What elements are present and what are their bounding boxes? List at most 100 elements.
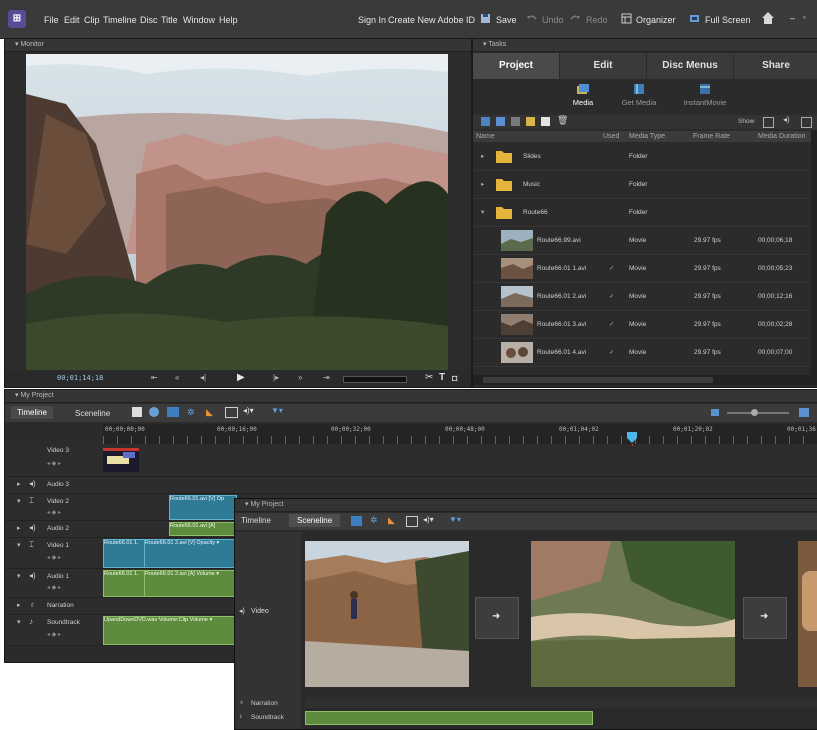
list-item[interactable]: Route66.99.avi Movie 29.97 fps 00;00;06;…: [473, 227, 811, 255]
save-button[interactable]: Save: [496, 15, 517, 25]
clip-title[interactable]: [103, 448, 139, 472]
track-controls[interactable]: ◂ ◆ ▸: [47, 460, 61, 467]
soundtrack-clip[interactable]: [305, 711, 593, 725]
show-image-filter-icon[interactable]: [801, 117, 812, 128]
clip-audio-1b[interactable]: Route66.01 2.avi [A] Volume ▾: [144, 570, 237, 597]
new-item-icon[interactable]: [541, 117, 550, 126]
selection-tool-icon[interactable]: [132, 407, 142, 417]
full-screen-button[interactable]: Full Screen: [705, 15, 751, 25]
organizer-button[interactable]: Organizer: [636, 15, 676, 25]
collapse-arrow-icon[interactable]: ▾: [17, 497, 21, 505]
clip-audio-1a[interactable]: Route66.01 1.: [103, 570, 145, 597]
adjust-icon[interactable]: [351, 516, 362, 526]
properties-icon[interactable]: [149, 407, 159, 417]
audio-mixer-icon[interactable]: ◂)▾: [243, 406, 254, 415]
list-view-icon[interactable]: [481, 117, 490, 126]
subtab-media[interactable]: Media: [565, 98, 601, 107]
maximize-icon[interactable]: ▫: [803, 13, 806, 22]
collapse-arrow-icon[interactable]: ▾: [17, 572, 21, 580]
menu-disc[interactable]: Disc: [140, 15, 158, 25]
expand-arrow-icon[interactable]: ▸: [481, 171, 484, 198]
track-controls[interactable]: ◂ ◆ ▸: [47, 554, 61, 561]
step-back-icon[interactable]: ⇤: [151, 373, 158, 382]
subtab-instantmovie[interactable]: InstantMovie: [677, 98, 733, 107]
collapse-arrow-icon[interactable]: ▾: [17, 541, 21, 549]
list-item[interactable]: ▾ Route66 Folder: [473, 199, 811, 227]
delete-icon[interactable]: 🗑: [557, 115, 568, 126]
media-list-hscrollbar[interactable]: [473, 375, 817, 385]
show-audio-filter-icon[interactable]: ◂): [783, 115, 790, 124]
col-name[interactable]: Name: [476, 131, 495, 142]
smart-fix-icon[interactable]: ◣: [206, 407, 213, 418]
audio-mixer-icon[interactable]: ◂)▾: [423, 515, 434, 524]
effects-icon[interactable]: ✲: [370, 515, 378, 526]
clip-video-2[interactable]: Route66.01.avi [V] Op: [169, 495, 237, 520]
col-media-type[interactable]: Media Type: [629, 131, 665, 142]
menu-timeline[interactable]: Timeline: [103, 15, 137, 25]
list-item[interactable]: Route66.01 4.avi ✓ Movie 29.97 fps 00;00…: [473, 339, 811, 367]
marker-menu-icon[interactable]: ▼▾: [449, 515, 461, 524]
media-list-scrollbar[interactable]: [811, 131, 817, 375]
tab-disc-menus[interactable]: Disc Menus: [647, 53, 733, 79]
fast-forward-icon[interactable]: »: [298, 373, 302, 382]
list-item[interactable]: ▸ Music Folder: [473, 171, 811, 199]
track-controls[interactable]: ◂ ◆ ▸: [47, 584, 61, 591]
markers-icon[interactable]: [406, 516, 418, 527]
clip-video-1b[interactable]: Route66.01 2.avi [V] Opacity ▾: [144, 539, 237, 568]
collapse-arrow-icon[interactable]: ▾: [17, 618, 21, 626]
scene-thumbnail[interactable]: [305, 541, 469, 687]
list-item[interactable]: Route66.01 3.avi ✓ Movie 29.97 fps 00;00…: [473, 311, 811, 339]
prev-frame-icon[interactable]: ◂|: [200, 373, 206, 382]
undo-button[interactable]: Undo: [542, 15, 564, 25]
subtab-get-media[interactable]: Get Media: [617, 98, 661, 107]
scene-thumbnail[interactable]: [531, 541, 735, 687]
tab-timeline[interactable]: Timeline: [11, 406, 53, 419]
clip-video-1a[interactable]: Route66.01 1.: [103, 539, 145, 568]
menu-clip[interactable]: Clip: [84, 15, 100, 25]
menu-edit[interactable]: Edit: [64, 15, 80, 25]
playhead-icon[interactable]: [627, 432, 637, 444]
thumbnail-view-icon[interactable]: [496, 117, 505, 126]
col-media-duration[interactable]: Media Duration: [758, 131, 805, 142]
markers-icon[interactable]: [225, 407, 238, 418]
tab-share[interactable]: Share: [734, 53, 817, 79]
show-video-filter-icon[interactable]: [763, 117, 774, 128]
expand-arrow-icon[interactable]: ▸: [17, 601, 21, 609]
play-icon[interactable]: ▶: [237, 372, 245, 383]
sign-in-link[interactable]: Sign In: [358, 15, 386, 25]
list-item[interactable]: ▸ Slides Folder: [473, 143, 811, 171]
expand-arrow-icon[interactable]: ▸: [17, 524, 21, 532]
clip-soundtrack[interactable]: UpandDownDVD.wav Volume:Clip Volume ▾: [103, 616, 237, 645]
menu-title[interactable]: Title: [161, 15, 178, 25]
filter-video-icon[interactable]: [511, 117, 520, 126]
adjust-icon[interactable]: [167, 407, 179, 417]
track-controls[interactable]: ◂ ◆ ▸: [47, 631, 61, 638]
menu-help[interactable]: Help: [219, 15, 238, 25]
marker-menu-icon[interactable]: ▼▾: [271, 406, 283, 415]
scene-thumbnail[interactable]: [798, 541, 817, 687]
effects-icon[interactable]: ✲: [187, 407, 195, 418]
home-icon[interactable]: [761, 11, 775, 25]
menu-window[interactable]: Window: [183, 15, 215, 25]
smart-fix-icon[interactable]: ◣: [388, 515, 395, 526]
new-folder-icon[interactable]: [526, 117, 535, 126]
expand-arrow-icon[interactable]: ▸: [17, 480, 21, 488]
col-used[interactable]: Used: [603, 131, 619, 142]
title-icon[interactable]: T: [439, 372, 445, 383]
tab-sceneline[interactable]: Sceneline: [69, 407, 116, 420]
shuttle-slider[interactable]: [343, 376, 407, 383]
tab-edit[interactable]: Edit: [560, 53, 646, 79]
zoom-out-icon[interactable]: [711, 409, 719, 416]
step-forward-icon[interactable]: ⇥: [323, 373, 330, 382]
tab-project[interactable]: Project: [473, 53, 559, 79]
split-clip-icon[interactable]: ✂: [425, 372, 433, 383]
list-item[interactable]: Route66.01 2.avi ✓ Movie 29.97 fps 00;00…: [473, 283, 811, 311]
create-adobe-id-link[interactable]: Create New Adobe ID: [388, 15, 475, 25]
minimize-icon[interactable]: –: [790, 13, 795, 23]
zoom-slider[interactable]: [727, 409, 789, 416]
zoom-in-icon[interactable]: [799, 408, 809, 417]
rewind-icon[interactable]: «: [175, 373, 179, 382]
next-frame-icon[interactable]: |▸: [273, 373, 279, 382]
list-item[interactable]: Route66.01 1.avi ✓ Movie 29.97 fps 00;00…: [473, 255, 811, 283]
tab-sceneline[interactable]: Sceneline: [289, 514, 341, 527]
